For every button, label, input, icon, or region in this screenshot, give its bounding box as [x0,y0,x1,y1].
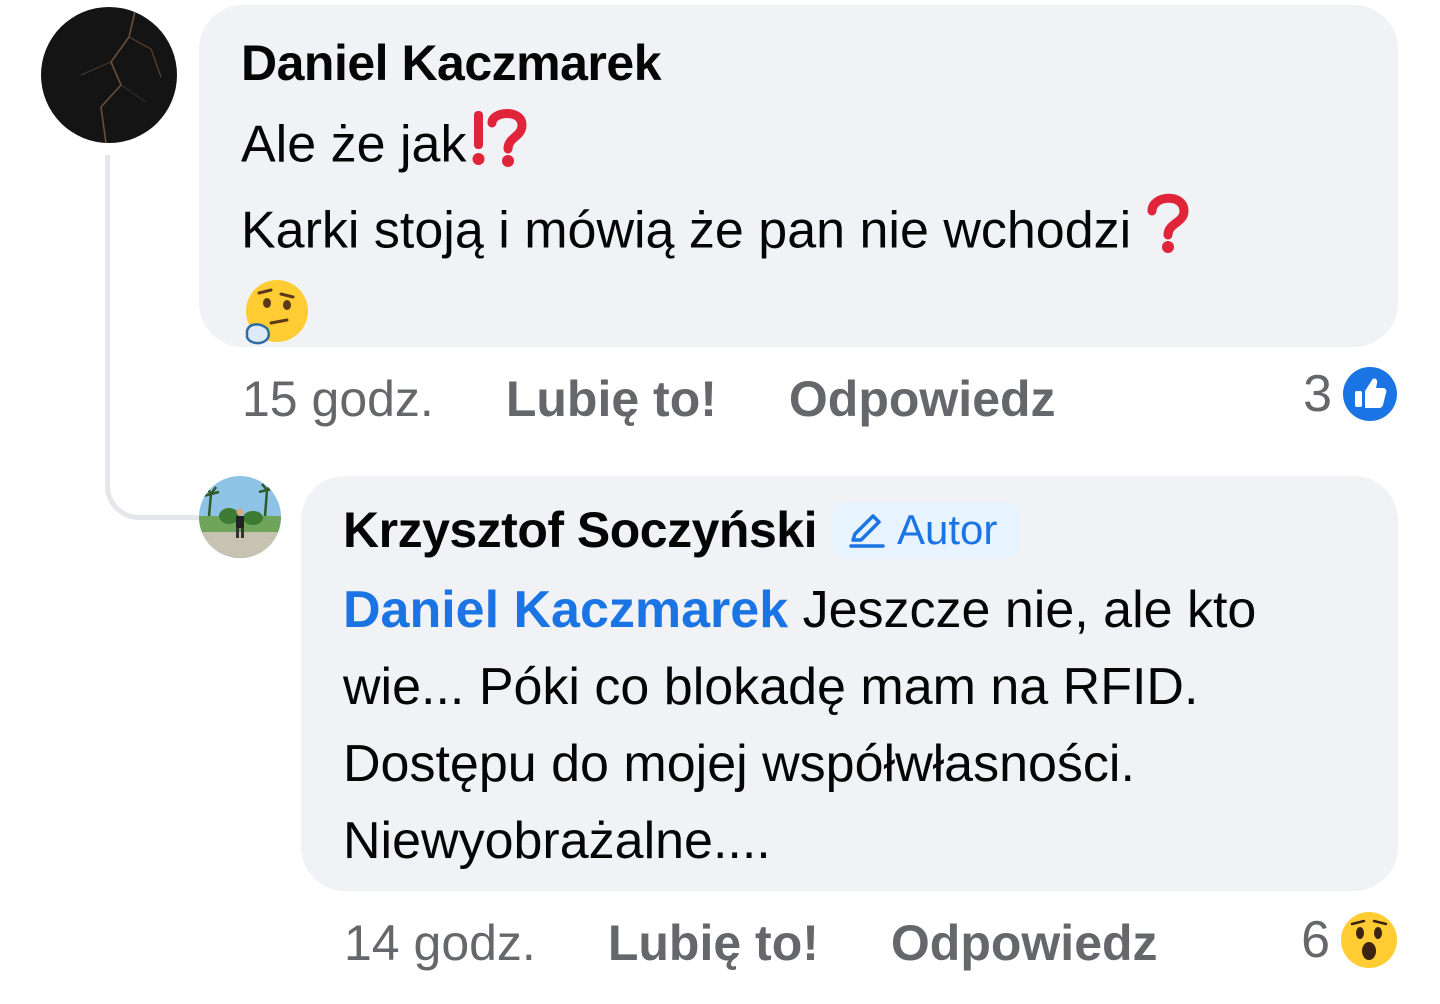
comment-line: Jeszcze nie, ale kto [788,581,1257,639]
reply-button[interactable]: Odpowiedz [789,370,1056,428]
reaction-count: 6 [1301,911,1330,969]
comment-bubble: Krzysztof Soczyński Autor Daniel Kaczmar… [301,476,1398,891]
red-question-mark-emoji [1146,191,1190,277]
reaction-summary[interactable]: 6 [1301,910,1398,970]
comment-line: wie... Póki co blokadę mam na RFID. [343,658,1199,716]
like-button[interactable]: Lubię to! [506,370,717,428]
comment-text: Daniel Kaczmarek Jeszcze nie, ale kto wi… [343,572,1356,880]
thread-connector-line [105,155,202,520]
comment-actions: 15 godz. Lubię to! Odpowiedz [242,370,1128,428]
like-icon [1343,367,1397,421]
comment-line: Niewyobrażalne.... [343,812,771,870]
comment-author[interactable]: Daniel Kaczmarek [241,33,1356,93]
author-badge: Autor [832,502,1020,558]
reply-button[interactable]: Odpowiedz [891,914,1158,972]
comment-header: Krzysztof Soczyński Autor [343,500,1356,560]
comment-actions: 14 godz. Lubię to! Odpowiedz [344,914,1230,972]
comment-bubble: Daniel Kaczmarek Ale że jak Karki stoją … [199,5,1398,347]
reaction-count: 3 [1303,365,1332,423]
pencil-icon [849,514,885,548]
avatar[interactable] [41,7,177,143]
comment-timestamp[interactable]: 15 godz. [242,370,434,428]
comment-line: Ale że jak [241,115,467,174]
author-badge-label: Autor [896,506,998,553]
wow-icon [1341,912,1397,968]
reaction-summary[interactable]: 3 [1303,364,1398,424]
exclamation-question-mark-emoji [466,105,530,191]
comment-line: Dostępu do mojej współwłasności. [343,735,1135,793]
mention-link[interactable]: Daniel Kaczmarek [343,581,788,639]
comment-timestamp[interactable]: 14 godz. [344,914,536,972]
comment-text: Ale że jak Karki stoją i mówią że pan ni… [241,105,1356,369]
comment-author[interactable]: Krzysztof Soczyński [343,500,817,560]
comment-line: Karki stoją i mówią że pan nie wchodzi [241,201,1132,260]
avatar[interactable] [199,476,281,558]
like-button[interactable]: Lubię to! [608,914,819,972]
thinking-face-emoji [241,277,311,369]
